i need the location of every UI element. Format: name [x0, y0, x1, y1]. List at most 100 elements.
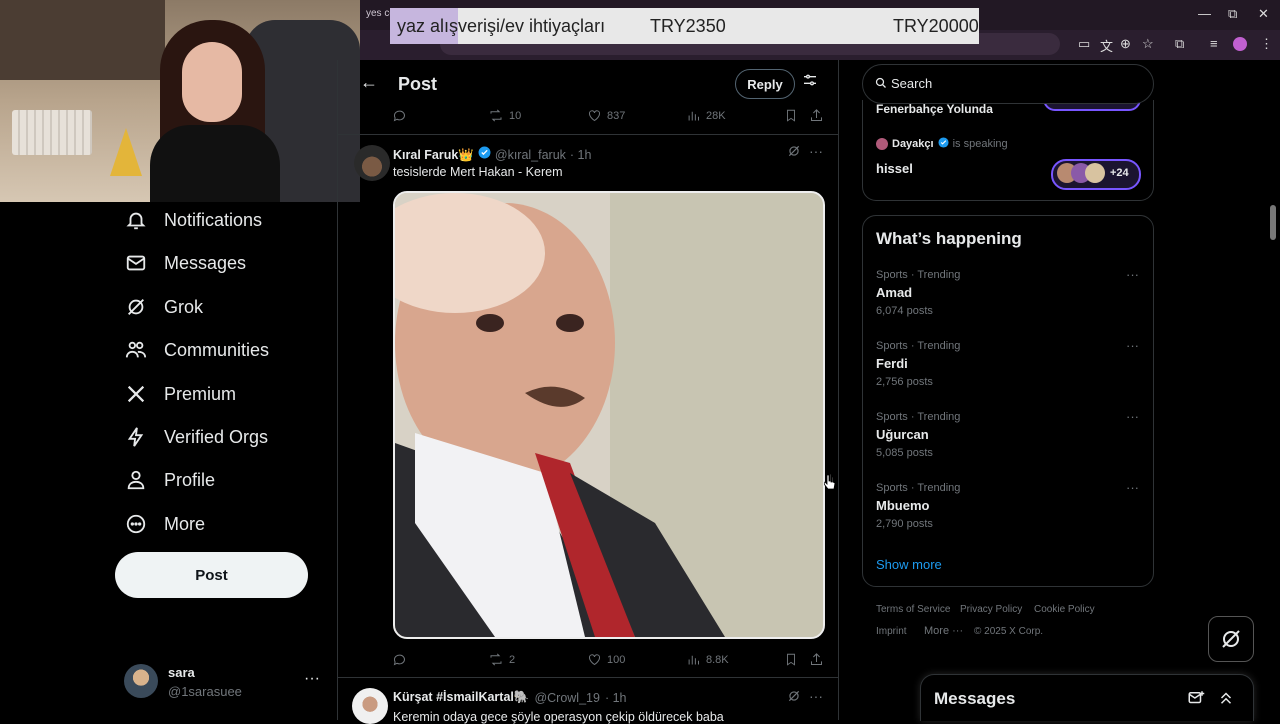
trend-item[interactable]: Sports · Trending Ferdi 2,756 posts ··· — [876, 338, 1141, 400]
nav-messages[interactable]: Messages — [124, 245, 246, 281]
space-listeners-pill[interactable]: +24 — [1051, 159, 1141, 190]
zoom-icon[interactable]: ⊕ — [1120, 36, 1131, 52]
space-title[interactable]: Fenerbahçe Yolunda — [876, 102, 993, 116]
space-speaker[interactable]: Dayakçı is speaking — [876, 137, 1008, 151]
reply-action[interactable] — [392, 652, 407, 667]
new-message-icon[interactable] — [1187, 689, 1205, 712]
repost-action[interactable]: 2 — [488, 652, 515, 667]
search-icon — [875, 76, 887, 94]
nav-notifications[interactable]: Notifications — [124, 202, 262, 238]
close-window-button[interactable]: ✕ — [1258, 6, 1269, 22]
views-count: 8.8K — [706, 653, 729, 666]
tweet-time[interactable]: · 1h — [570, 148, 592, 162]
cookie-link[interactable]: Cookie Policy — [1034, 604, 1095, 615]
restore-button[interactable]: ⧉ — [1228, 6, 1237, 22]
filter-sliders-icon[interactable] — [802, 72, 818, 93]
nav-profile[interactable]: Profile — [124, 462, 215, 498]
nav-verified-orgs[interactable]: Verified Orgs — [124, 419, 268, 455]
copyright: © 2025 X Corp. — [974, 626, 1044, 637]
nav-premium[interactable]: Premium — [124, 376, 236, 412]
views-action[interactable]: 28K — [686, 108, 726, 123]
tweet-handle[interactable]: @Crowl_19 — [534, 691, 600, 705]
browser-menu-icon[interactable]: ⋮ — [1260, 36, 1273, 52]
views-count: 28K — [706, 109, 726, 122]
mouse-cursor-icon — [823, 473, 836, 496]
x-logo-icon — [124, 382, 148, 406]
share-icon[interactable] — [809, 108, 824, 123]
avatar — [124, 664, 158, 698]
tweet-author[interactable]: Kürşat #İsmailKartal🐘 — [393, 690, 529, 705]
imprint-link[interactable]: Imprint — [876, 626, 907, 637]
minimize-button[interactable]: — — [1198, 6, 1211, 21]
grok-icon[interactable] — [787, 144, 801, 161]
nav-label: More — [164, 513, 206, 534]
translate-icon[interactable]: 文 — [1100, 36, 1113, 55]
bookmark-icon[interactable] — [784, 108, 798, 123]
live-spaces-card: Fenerbahçe Yolunda Dayakçı is speaking h… — [862, 93, 1154, 201]
privacy-link[interactable]: Privacy Policy — [960, 604, 1022, 615]
more-dots-icon[interactable]: ··· — [1126, 267, 1139, 282]
search-placeholder: Search — [891, 76, 933, 91]
space-title[interactable]: hissel — [876, 161, 913, 176]
account-switcher[interactable]: sara @1sarasuee ··· — [124, 662, 324, 702]
trend-item[interactable]: Sports · Trending Uğurcan 5,085 posts ··… — [876, 409, 1141, 471]
bookmark-star-icon[interactable]: ☆ — [1142, 36, 1154, 52]
tweet-video[interactable] — [393, 191, 825, 639]
repost-action[interactable]: 10 — [488, 108, 521, 123]
trend-count: 6,074 posts — [876, 305, 933, 317]
webcam-wet-floor-sign — [110, 128, 142, 176]
share-icon[interactable] — [809, 652, 824, 667]
grok-icon — [124, 295, 148, 319]
reply-action[interactable] — [392, 108, 407, 123]
more-dots-icon[interactable]: ··· — [809, 143, 823, 159]
tweet-avatar[interactable] — [354, 145, 390, 181]
show-more-link[interactable]: Show more — [876, 557, 942, 572]
views-action[interactable]: 8.8K — [686, 652, 729, 667]
search-input[interactable]: Search — [862, 64, 1154, 104]
tweet-handle[interactable]: @kıral_faruk — [495, 148, 566, 162]
more-dots-icon[interactable]: ··· — [1126, 480, 1139, 495]
grok-floating-button[interactable] — [1208, 616, 1254, 662]
trend-item[interactable]: Sports · Trending Mbuemo 2,790 posts ··· — [876, 480, 1141, 542]
messages-drawer[interactable]: Messages — [920, 674, 1254, 721]
tweet-avatar[interactable] — [352, 688, 388, 724]
nav-label: Grok — [164, 296, 204, 317]
extensions-icon[interactable]: ⧉ — [1175, 36, 1184, 52]
trend-item[interactable]: Sports · Trending Amad 6,074 posts ··· — [876, 267, 1141, 329]
post-button[interactable]: Post — [115, 552, 308, 598]
terms-link[interactable]: Terms of Service — [876, 604, 950, 615]
trend-name: Ferdi — [876, 356, 908, 371]
bell-icon — [124, 208, 148, 232]
expand-chevron-icon[interactable] — [1217, 689, 1235, 712]
views-icon — [688, 111, 699, 121]
more-dots-icon[interactable]: ··· — [809, 688, 823, 704]
account-name: sara — [168, 665, 195, 680]
tweet-author[interactable]: Kıral Faruk👑 — [393, 148, 474, 163]
bookmark-icon[interactable] — [784, 652, 798, 667]
footer-links: Terms of Service Privacy Policy Cookie P… — [876, 604, 1146, 644]
reading-list-icon[interactable]: ≡ — [1210, 36, 1218, 51]
like-action[interactable]: 837 — [587, 108, 625, 123]
cast-icon[interactable]: ▭ — [1078, 36, 1090, 52]
tweet-time[interactable]: · 1h — [605, 691, 627, 705]
more-dots-icon[interactable]: ··· — [1126, 338, 1139, 353]
trend-name: Uğurcan — [876, 427, 929, 442]
reply-button[interactable]: Reply — [735, 69, 795, 99]
webcam-shelf — [0, 0, 165, 80]
back-arrow-icon[interactable]: ← — [360, 72, 378, 93]
nav-more[interactable]: More — [124, 506, 205, 542]
more-dots-icon[interactable]: ··· — [1126, 409, 1139, 424]
nav-grok[interactable]: Grok — [124, 289, 203, 325]
scrollbar-thumb[interactable] — [1270, 205, 1276, 240]
more-dots-icon[interactable]: ··· — [304, 670, 320, 688]
footer-more-link[interactable]: More ··· — [924, 625, 963, 637]
reply-icon — [393, 110, 405, 122]
like-action[interactable]: 100 — [587, 652, 625, 667]
nav-communities[interactable]: Communities — [124, 332, 269, 368]
verified-badge-icon — [478, 146, 491, 164]
profile-avatar[interactable] — [1233, 37, 1247, 51]
video-frame — [395, 193, 823, 637]
grok-icon[interactable] — [787, 689, 801, 706]
webcam-overlay — [0, 0, 360, 202]
trend-category: Sports · Trending — [876, 269, 961, 281]
